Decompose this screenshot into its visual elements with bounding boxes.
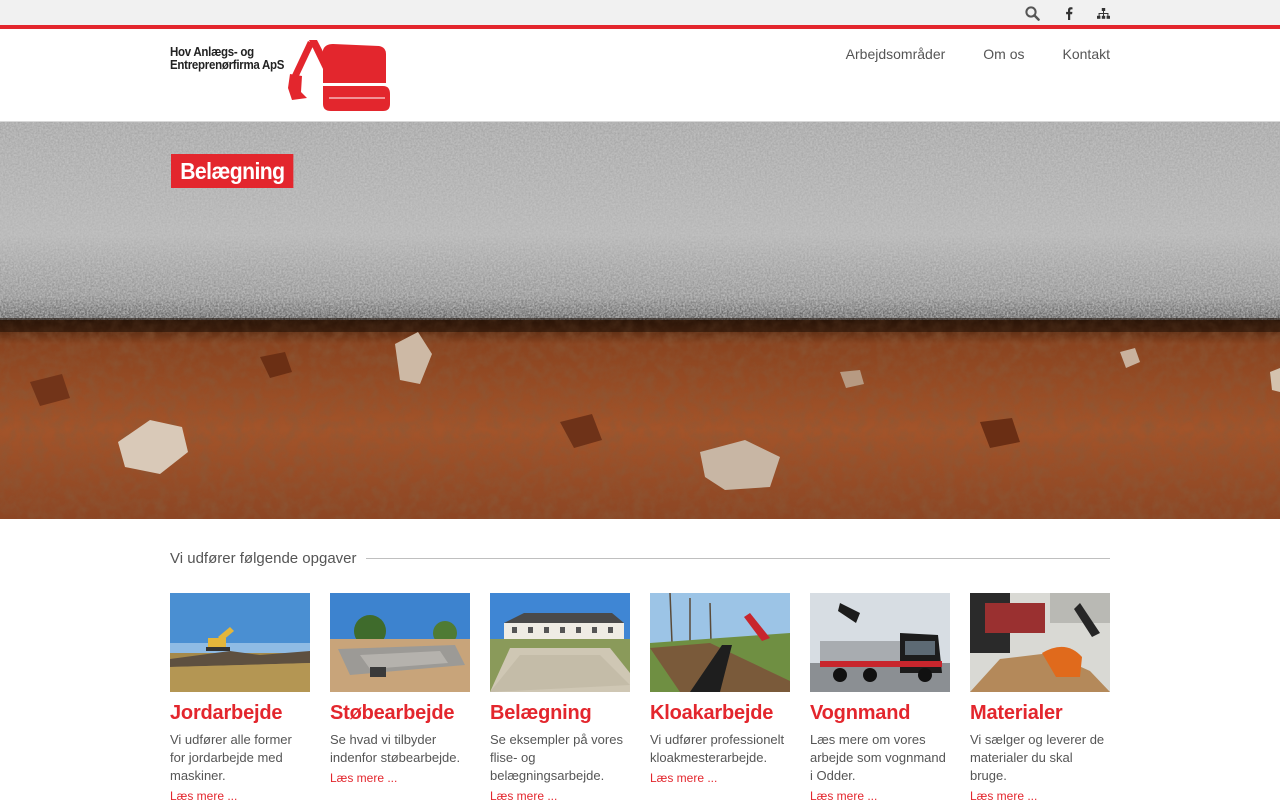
read-more-link-jordarbejde[interactable]: Læs mere ... [170,789,310,800]
service-thumbnail-kloakarbejde[interactable] [650,593,790,692]
service-desc-belaegning: Se eksempler på vores flise- og belægnin… [490,732,623,783]
service-title-belaegning[interactable]: Belægning [490,702,630,725]
service-thumbnail-jordarbejde[interactable] [170,593,310,692]
service-thumbnail-stoebearbejde[interactable] [330,593,470,692]
service-thumbnail-belaegning[interactable] [490,593,630,692]
service-title-kloakarbejde[interactable]: Kloakarbejde [650,702,790,725]
service-desc-stoebearbejde: Se hvad vi tilbyder indenfor støbearbejd… [330,732,461,765]
service-desc-materialer: Vi sælger og leverer de materialer du sk… [970,732,1105,783]
service-card-belaegning: Belægning Se eksempler på vores flise- o… [490,593,630,800]
facebook-icon[interactable] [1059,3,1079,23]
section-heading-text: Vi udfører følgende opgaver [170,549,357,567]
main-nav: Arbejdsområder Om os Kontakt [846,46,1110,62]
service-title-vognmand[interactable]: Vognmand [810,702,950,725]
logo-text: Hov Anlægs- og Entreprenørfirma ApS [170,46,284,72]
service-card-kloakarbejde: Kloakarbejde Vi udfører professionelt kl… [650,593,790,785]
service-cards: Jordarbejde Vi udfører alle former for j… [170,593,1110,800]
service-card-vognmand: Vognmand Læs mere om vores arbejde som v… [810,593,950,800]
nav-item-arbejdsomraader[interactable]: Arbejdsområder [846,46,946,62]
page-title-badge: Belægning [171,154,294,188]
nav-item-kontakt[interactable]: Kontakt [1063,46,1110,62]
section-divider [365,558,1110,559]
read-more-link-belaegning[interactable]: Læs mere ... [490,789,630,800]
service-desc-jordarbejde: Vi udfører alle former for jordarbejde m… [170,732,292,783]
service-card-materialer: Materialer Vi sælger og leverer de mater… [970,593,1110,800]
service-thumbnail-materialer[interactable] [970,593,1110,692]
search-icon[interactable] [1022,3,1042,23]
utility-bar [0,0,1280,25]
service-desc-kloakarbejde: Vi udfører professionelt kloakmesterarbe… [650,732,785,765]
company-logo[interactable]: Hov Anlægs- og Entreprenørfirma ApS [170,38,392,112]
site-header: Hov Anlægs- og Entreprenørfirma ApS Arbe… [0,29,1280,122]
service-card-stoebearbejde: Støbearbejde Se hvad vi tilbyder indenfo… [330,593,470,785]
read-more-link-materialer[interactable]: Læs mere ... [970,789,1110,800]
service-title-stoebearbejde[interactable]: Støbearbejde [330,702,470,725]
section-heading: Vi udfører følgende opgaver [170,549,1110,567]
sitemap-icon[interactable] [1093,3,1113,23]
nav-item-om-os[interactable]: Om os [983,46,1024,62]
service-thumbnail-vognmand[interactable] [810,593,950,692]
hero-banner: Belægning [0,122,1280,519]
service-title-materialer[interactable]: Materialer [970,702,1110,725]
service-card-jordarbejde: Jordarbejde Vi udfører alle former for j… [170,593,310,800]
read-more-link-vognmand[interactable]: Læs mere ... [810,789,950,800]
read-more-link-kloakarbejde[interactable]: Læs mere ... [650,771,790,785]
read-more-link-stoebearbejde[interactable]: Læs mere ... [330,771,470,785]
excavator-logo-icon [288,40,390,111]
service-desc-vognmand: Læs mere om vores arbejde som vognmand i… [810,732,946,783]
service-title-jordarbejde[interactable]: Jordarbejde [170,702,310,725]
logo-line-2: Entreprenørfirma ApS [170,58,285,72]
